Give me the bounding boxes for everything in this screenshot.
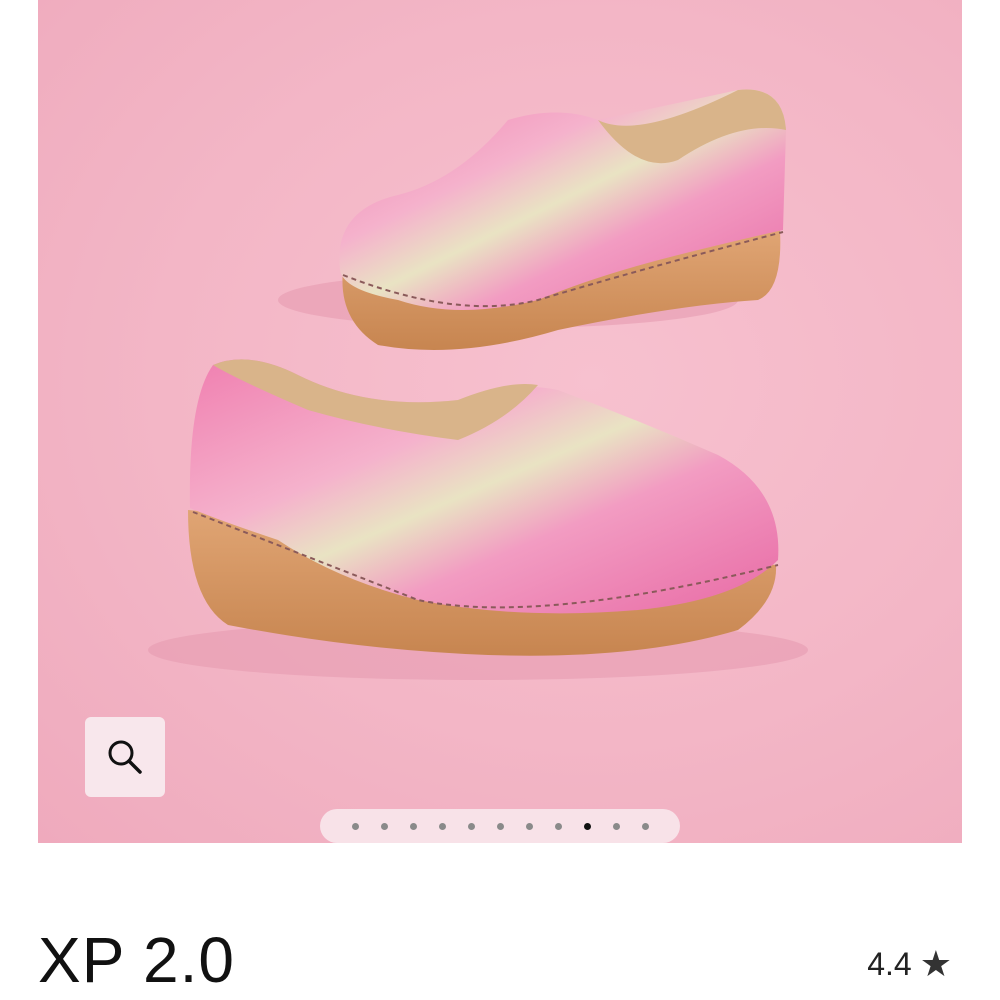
carousel-dot[interactable]	[641, 822, 649, 830]
carousel-dot[interactable]	[554, 822, 562, 830]
carousel-dot[interactable]	[525, 822, 533, 830]
carousel-dot[interactable]	[467, 822, 475, 830]
carousel-dot[interactable]	[351, 822, 359, 830]
rating-value: 4.4	[867, 946, 912, 982]
carousel-pagination	[320, 809, 680, 843]
product-image	[148, 89, 808, 680]
star-icon: ★	[919, 943, 952, 984]
product-title: XP 2.0	[38, 924, 235, 996]
product-image-gallery[interactable]	[38, 0, 962, 843]
carousel-dot[interactable]	[583, 822, 591, 830]
carousel-dot[interactable]	[380, 822, 388, 830]
product-rating[interactable]: 4.4 ★	[867, 944, 952, 984]
carousel-dot[interactable]	[612, 822, 620, 830]
carousel-dot[interactable]	[409, 822, 417, 830]
search-icon	[108, 740, 142, 774]
carousel-dot[interactable]	[496, 822, 504, 830]
carousel-dot[interactable]	[438, 822, 446, 830]
zoom-button[interactable]	[85, 717, 165, 797]
